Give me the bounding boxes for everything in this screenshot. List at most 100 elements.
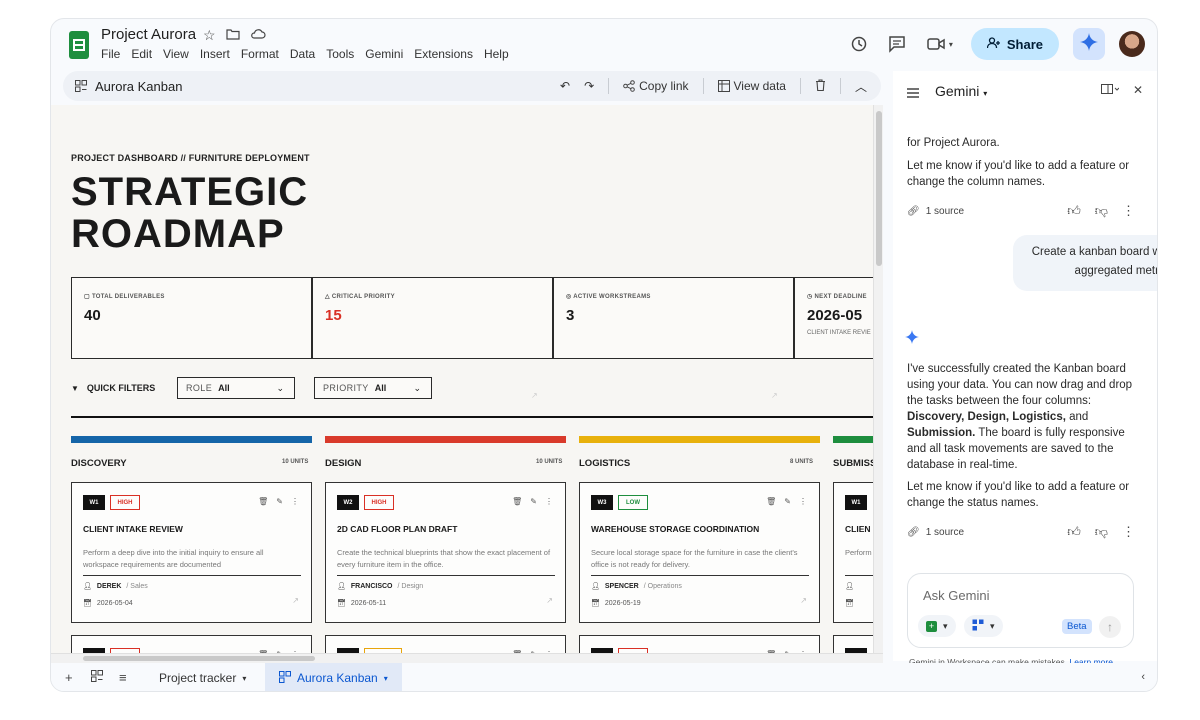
insert-sheet-chip[interactable]: + ▾ <box>918 615 956 637</box>
thumbs-up-icon[interactable]: 👍︎ <box>1067 524 1081 540</box>
ask-gemini-box[interactable]: Ask Gemini + ▾ ▾ Beta ↑ <box>907 573 1134 648</box>
task-card[interactable]: W3 LOW 🗑︎ ✎ ⋮ WAREHOUSE STORAGE COORDINATION S… <box>579 482 820 623</box>
thumbs-up-icon[interactable]: 👍︎ <box>1067 203 1081 219</box>
view-data-button[interactable]: View data <box>717 79 786 93</box>
vertical-scrollbar[interactable] <box>873 105 883 653</box>
delete-icon[interactable]: 🗑︎ <box>766 497 776 506</box>
delete-icon[interactable]: 🗑︎ <box>512 497 522 506</box>
column-count: 10 UNITS <box>282 459 309 465</box>
chevron-down-icon[interactable]: ▾ <box>384 674 388 683</box>
scroll-thumb[interactable] <box>876 111 882 266</box>
edit-pencil-icon[interactable]: ✎ <box>784 497 791 506</box>
close-icon[interactable]: ✕ <box>1133 83 1143 98</box>
menu-extensions[interactable]: Extensions <box>414 47 473 61</box>
horizontal-scrollbar[interactable] <box>51 653 883 663</box>
role-filter-select[interactable]: ROLE All ⌄ <box>177 377 295 399</box>
ask-gemini-input[interactable]: Ask Gemini <box>923 588 989 603</box>
panel-layout-icon[interactable] <box>1100 83 1120 98</box>
gemini-header: Gemini ▾ ✕ <box>893 71 1157 111</box>
more-options-icon[interactable]: ⋮ <box>1122 203 1135 219</box>
add-sheet-icon[interactable]: + <box>65 670 73 685</box>
more-options-icon[interactable]: ⋮ <box>291 497 299 506</box>
menu-tools[interactable]: Tools <box>326 47 354 61</box>
task-card[interactable]: W1HIGH🗑︎✎⋮ <box>71 635 312 653</box>
week-badge: W1 <box>83 495 105 510</box>
task-card[interactable]: W3HIGH🗑︎✎⋮ <box>579 635 820 653</box>
send-button[interactable]: ↑ <box>1099 616 1121 638</box>
user-avatar[interactable] <box>1119 31 1145 57</box>
thumbs-down-icon[interactable]: 👎︎ <box>1095 203 1108 219</box>
menu-format[interactable]: Format <box>241 47 279 61</box>
quick-filters: ▼ QUICK FILTERS <box>71 377 155 399</box>
menu-edit[interactable]: Edit <box>131 47 152 61</box>
priority-filter-select[interactable]: PRIORITY All ⌄ <box>314 377 432 399</box>
task-card[interactable]: W1🗑︎✎⋮ <box>833 635 873 653</box>
tab-aurora-kanban[interactable]: Aurora Kanban ▾ <box>265 663 402 691</box>
menu-data[interactable]: Data <box>290 47 315 61</box>
chevron-down-icon: ⌄ <box>413 383 421 393</box>
star-icon[interactable]: ☆ <box>203 27 216 44</box>
feedback-actions: 👍︎ 👎︎ ⋮ <box>1067 524 1135 540</box>
edit-pencil-icon[interactable]: ✎ <box>530 497 537 506</box>
message-text: Let me know if you'd like to add a featu… <box>907 160 1130 188</box>
task-card[interactable]: W1 HIGH 🗑︎ ✎ ⋮ CLIENT INTAKE REVIEW Perform a … <box>71 482 312 623</box>
task-card[interactable]: W2 HIGH 🗑︎ ✎ ⋮ 2D CAD FLOOR PLAN DRAFT Create … <box>325 482 566 623</box>
gemini-title[interactable]: Gemini ▾ <box>935 83 987 99</box>
metric-next-deadline: ◷ NEXT DEADLINE 2026-05 CLIENT INTAKE RE… <box>794 277 873 359</box>
undo-icon[interactable]: ↶ <box>560 79 570 93</box>
menu-view[interactable]: View <box>163 47 189 61</box>
collapse-panel-chevron-icon[interactable]: ‹ <box>1141 671 1145 683</box>
priority-badge: LOW <box>618 495 648 510</box>
task-card[interactable]: W1🗑︎✎⋮CLIENPerform👤︎📅︎↗ <box>833 482 873 623</box>
thumbs-down-icon[interactable]: 👎︎ <box>1095 524 1108 540</box>
gemini-toggle-button[interactable] <box>1073 28 1105 60</box>
select-value: All <box>218 383 230 393</box>
link-icon: 🔗︎ <box>907 527 920 538</box>
cloud-status-icon[interactable] <box>250 27 266 44</box>
more-options-icon[interactable]: ⋮ <box>1122 524 1135 540</box>
open-card-arrow-icon[interactable]: ↗ <box>800 596 807 605</box>
objects-list-icon[interactable] <box>91 670 103 685</box>
menu-gemini[interactable]: Gemini <box>365 47 403 61</box>
card-description: Create the technical blueprints that sho… <box>337 548 551 569</box>
open-card-arrow-icon[interactable]: ↗ <box>546 596 553 605</box>
version-history-icon[interactable] <box>847 32 871 56</box>
due-date-value: 2026-05-19 <box>604 599 641 607</box>
calendar-icon: 📅︎ <box>337 600 346 607</box>
copy-link-button[interactable]: Copy link <box>623 79 689 93</box>
metric-total-deliverables: ▢ TOTAL DELIVERABLES 40 <box>71 277 312 359</box>
menu-insert[interactable]: Insert <box>200 47 230 61</box>
all-sheets-menu-icon[interactable]: ≡ <box>119 670 127 685</box>
menu-file[interactable]: File <box>101 47 120 61</box>
card-title: 2D CAD FLOOR PLAN DRAFT <box>337 524 458 534</box>
share-button[interactable]: Share <box>970 28 1059 60</box>
menu-help[interactable]: Help <box>484 47 509 61</box>
edit-pencil-icon[interactable]: ✎ <box>276 497 283 506</box>
meet-video-icon[interactable]: ▾ <box>923 32 957 56</box>
person-icon: 👤︎ <box>591 583 600 590</box>
collapse-chevron-icon[interactable]: ︿ <box>855 78 867 95</box>
move-folder-icon[interactable] <box>225 27 240 44</box>
filter-icon: ▼ <box>71 383 79 393</box>
delete-icon[interactable] <box>815 78 826 94</box>
metric-value: 3 <box>566 307 575 324</box>
insert-object-chip[interactable]: ▾ <box>964 615 1003 637</box>
redo-icon[interactable]: ↷ <box>584 79 594 93</box>
task-card[interactable]: W2MEDIUM🗑︎✎⋮ <box>325 635 566 653</box>
chevron-down-icon[interactable]: ▾ <box>242 674 246 683</box>
source-link[interactable]: 🔗︎ 1 source <box>907 527 964 538</box>
hamburger-menu-icon[interactable] <box>907 85 919 103</box>
more-options-icon[interactable]: ⋮ <box>545 497 553 506</box>
comments-icon[interactable] <box>885 32 909 56</box>
sheets-logo-icon[interactable] <box>69 31 89 59</box>
document-title[interactable]: Project Aurora <box>101 26 196 43</box>
more-options-icon[interactable]: ⋮ <box>799 497 807 506</box>
divider <box>839 78 841 94</box>
open-card-arrow-icon[interactable]: ↗ <box>292 596 299 605</box>
tab-project-tracker[interactable]: Project tracker ▾ <box>145 663 260 691</box>
reply-bold: Submission. <box>907 427 976 439</box>
source-link[interactable]: 🔗︎ 1 source <box>907 206 964 217</box>
source-label: 1 source <box>925 206 965 217</box>
scroll-thumb[interactable] <box>83 656 315 661</box>
delete-icon[interactable]: 🗑︎ <box>258 497 268 506</box>
